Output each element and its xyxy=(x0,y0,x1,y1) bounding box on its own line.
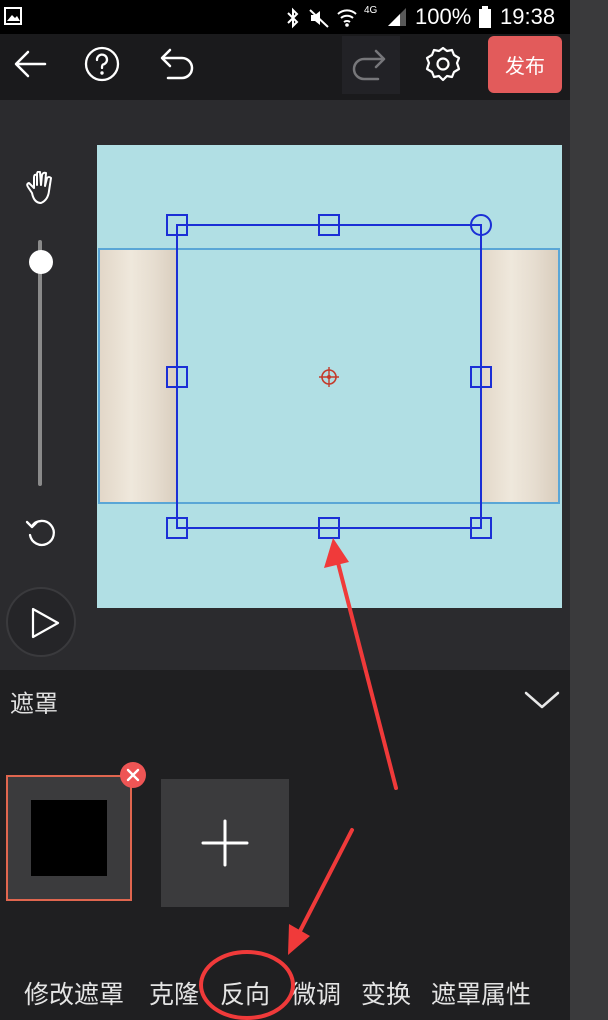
panel-title: 遮罩 xyxy=(10,690,58,718)
plus-icon xyxy=(201,819,249,867)
add-mask-button[interactable] xyxy=(161,779,289,907)
close-icon xyxy=(126,768,140,782)
menu-transform[interactable]: 变换 xyxy=(361,975,411,1011)
delete-mask-button[interactable] xyxy=(120,762,146,788)
collapse-panel-button[interactable] xyxy=(520,680,564,720)
menu-mask-properties[interactable]: 遮罩属性 xyxy=(431,975,531,1011)
menu-fine-tune[interactable]: 微调 xyxy=(291,975,341,1011)
mask-preview xyxy=(31,800,107,876)
menu-edit-mask[interactable]: 修改遮罩 xyxy=(24,975,124,1011)
center-crosshair-icon[interactable] xyxy=(319,367,339,387)
chevron-down-icon xyxy=(524,691,560,709)
menu-clone[interactable]: 克隆 xyxy=(149,975,199,1011)
menu-invert[interactable]: 反向 xyxy=(220,975,270,1011)
